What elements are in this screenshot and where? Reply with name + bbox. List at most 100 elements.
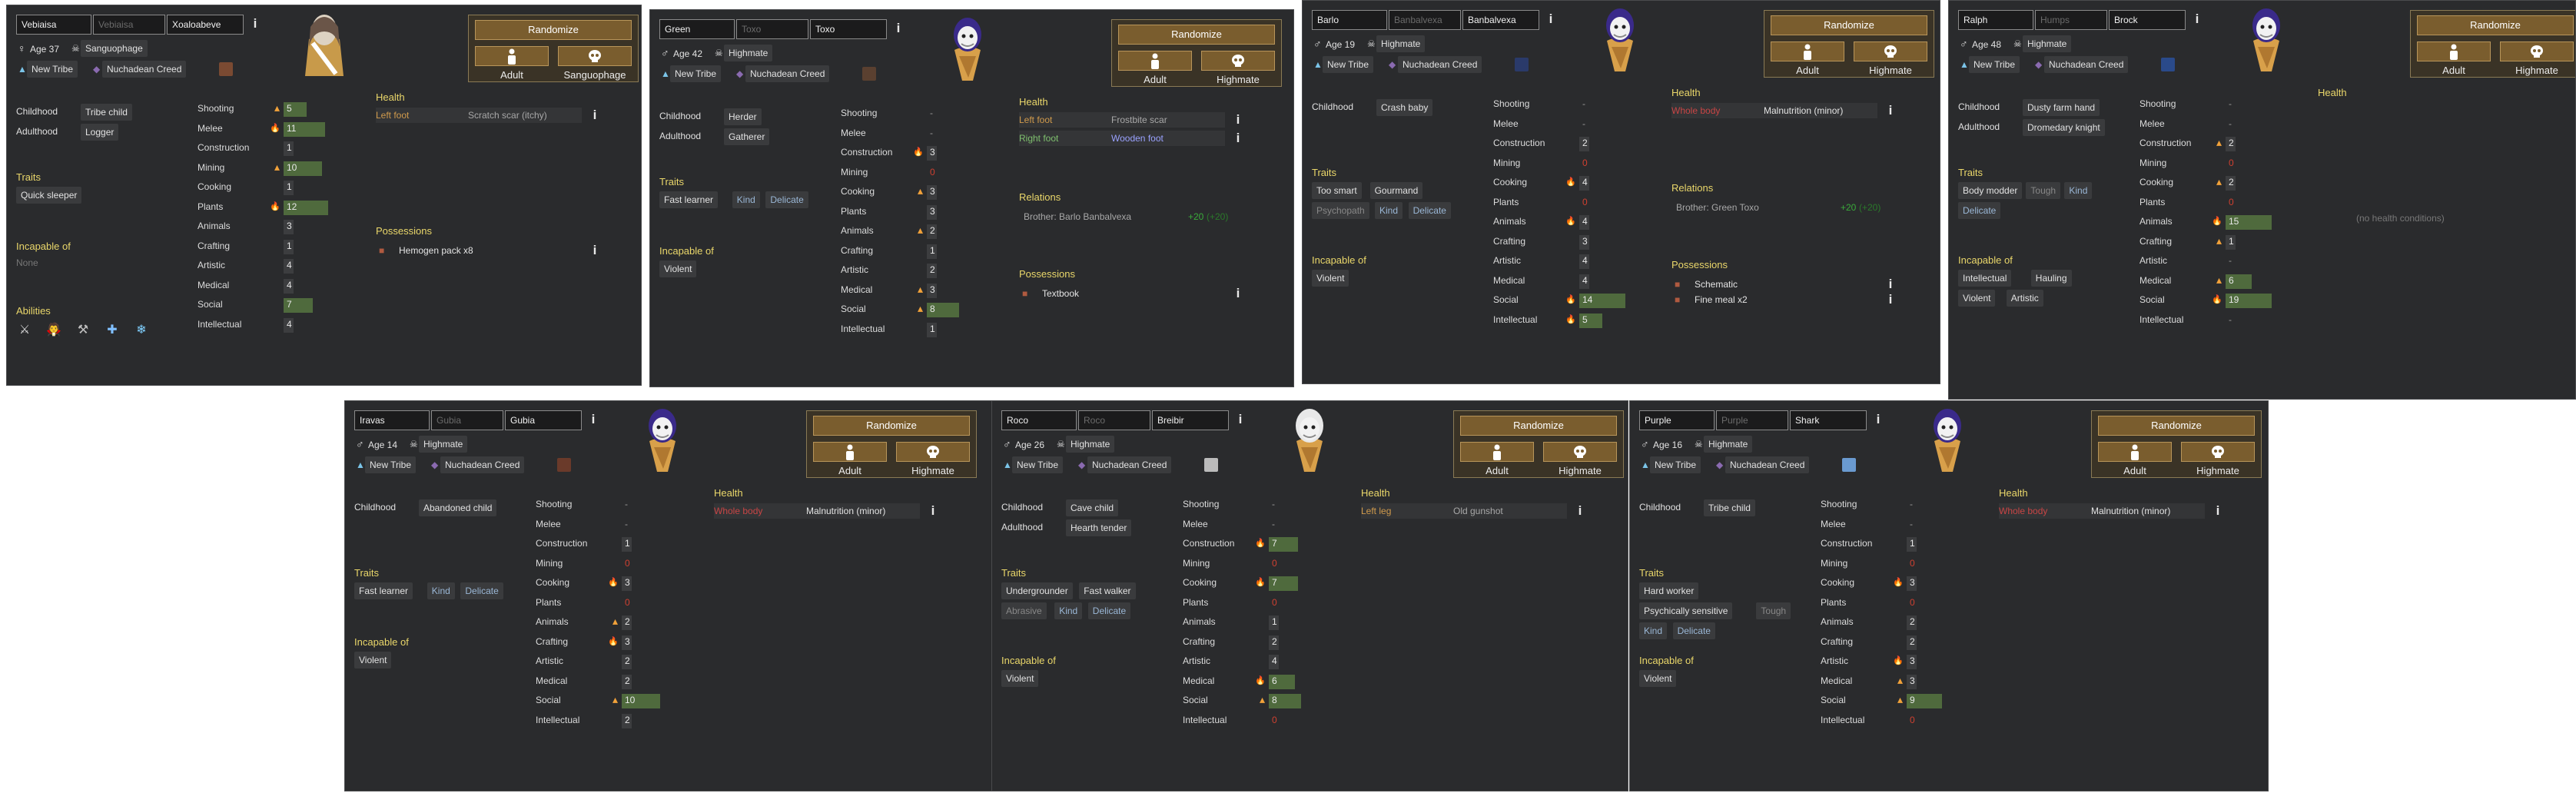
trait-chip[interactable]: Delicate [460,582,503,599]
trait-chip[interactable]: Undergrounder [1001,582,1073,599]
trait-chip[interactable]: Delicate [765,191,808,208]
trait-chip[interactable]: Hard worker [1639,582,1699,599]
first-name-input[interactable]: Roco [1001,410,1077,430]
xenotype-chip[interactable]: Highmate [1704,436,1753,453]
incapable-chip[interactable]: Violent [1958,290,1996,307]
ideoligion-chip[interactable]: Nuchadean Creed [2044,56,2129,73]
xenotype-button[interactable] [1201,51,1275,71]
randomize-button[interactable]: Randomize [475,20,632,40]
ideoligion-chip[interactable]: Nuchadean Creed [440,456,525,473]
childhood-backstory[interactable]: Tribe child [1704,499,1755,516]
trait-chip[interactable]: Fast walker [1079,582,1136,599]
incapable-chip[interactable]: Intellectual [1958,270,2012,287]
xenotype-button[interactable] [558,46,632,66]
possession-info-icon[interactable]: i [1234,287,1242,300]
favorite-color-swatch[interactable] [219,62,233,76]
last-name-input[interactable]: Gubia [505,410,582,430]
nickname-input[interactable]: Humps [2035,10,2107,30]
health-info-icon[interactable]: i [1234,131,1242,144]
trait-chip[interactable]: Too smart [1312,182,1362,199]
incapable-chip[interactable]: Hauling [2030,270,2072,287]
incapable-chip[interactable]: Violent [1312,270,1349,287]
health-info-icon[interactable]: i [1576,504,1584,517]
heal-ability-icon[interactable]: ✚ [104,322,121,339]
health-info-icon[interactable]: i [929,504,937,517]
childhood-backstory[interactable]: Cave child [1066,499,1119,516]
trait-chip[interactable]: Fast learner [659,191,719,208]
trait-chip[interactable]: Body modder [1958,182,2023,199]
trait-chip[interactable]: Kind [1054,602,1083,619]
nickname-input[interactable]: Roco [1078,410,1150,430]
xenotype-chip[interactable]: Sanguophage [81,40,148,57]
faction-chip[interactable]: New Tribe [670,65,722,82]
randomize-button[interactable]: Randomize [813,416,970,436]
first-name-input[interactable]: Vebiaisa [16,15,91,35]
faction-chip[interactable]: New Tribe [27,61,78,78]
favorite-color-swatch[interactable] [1842,458,1856,472]
xenotype-button[interactable] [896,442,970,462]
info-icon[interactable]: i [2193,12,2201,25]
possession-info-icon[interactable]: i [591,244,599,257]
ideoligion-chip[interactable]: Nuchadean Creed [102,61,187,78]
ideoligion-chip[interactable]: Nuchadean Creed [1725,456,1810,473]
trait-chip[interactable]: Tough [2026,182,2061,199]
trait-chip[interactable]: Delicate [1958,202,2001,219]
xenotype-chip[interactable]: Highmate [724,45,773,61]
incapable-chip[interactable]: Violent [354,652,392,669]
nickname-input[interactable]: Gubia [431,410,503,430]
trait-chip[interactable]: Kind [732,191,760,208]
first-name-input[interactable]: Barlo [1312,10,1387,30]
adult-age-button[interactable] [2417,41,2491,61]
nickname-input[interactable]: Toxo [736,19,808,39]
randomize-button[interactable]: Randomize [2417,15,2574,35]
childhood-backstory[interactable]: Herder [724,108,762,125]
trait-chip[interactable]: Kind [2064,182,2093,199]
trait-chip[interactable]: Kind [1639,622,1668,639]
xenotype-button[interactable] [1854,41,1927,61]
ideoligion-chip[interactable]: Nuchadean Creed [1398,56,1482,73]
xenotype-chip[interactable]: Highmate [1066,436,1115,453]
xenotype-chip[interactable]: Highmate [419,436,468,453]
possession-info-icon[interactable]: i [1887,293,1894,306]
last-name-input[interactable]: Banbalvexa [1462,10,1539,30]
nickname-input[interactable]: Banbalvexa [1389,10,1461,30]
incapable-chip[interactable]: Violent [1639,670,1677,687]
adult-age-button[interactable] [1771,41,1844,61]
bow-ability-icon[interactable]: ⚔ [16,322,33,339]
faction-chip[interactable]: New Tribe [1969,56,2020,73]
favorite-color-swatch[interactable] [1515,58,1529,71]
randomize-button[interactable]: Randomize [1771,15,1927,35]
adult-age-button[interactable] [2098,442,2172,462]
childhood-backstory[interactable]: Dusty farm hand [2023,99,2100,116]
incapable-chip[interactable]: Violent [659,260,697,277]
faction-chip[interactable]: New Tribe [1650,456,1701,473]
trait-chip[interactable]: Tough [1756,602,1791,619]
adult-age-button[interactable] [1460,442,1534,462]
info-icon[interactable]: i [1237,413,1244,426]
info-icon[interactable]: i [589,413,597,426]
xenotype-button[interactable] [2181,442,2255,462]
trait-chip[interactable]: Quick sleeper [16,187,82,204]
xenotype-button[interactable] [1543,442,1617,462]
xenotype-chip[interactable]: Highmate [1376,35,1426,52]
spear-ability-icon[interactable]: ⚒ [75,322,91,339]
health-info-icon[interactable]: i [1234,113,1242,126]
favorite-color-swatch[interactable] [862,67,876,81]
faction-chip[interactable]: New Tribe [1012,456,1064,473]
health-info-icon[interactable]: i [1887,104,1894,117]
childhood-backstory[interactable]: Abandoned child [419,499,497,516]
ideoligion-chip[interactable]: Nuchadean Creed [1087,456,1172,473]
ideoligion-chip[interactable]: Nuchadean Creed [745,65,830,82]
trait-chip[interactable]: Delicate [1087,602,1131,619]
incapable-chip[interactable]: Artistic [2006,290,2043,307]
trait-chip[interactable]: Gourmand [1369,182,1423,199]
info-icon[interactable]: i [895,22,902,35]
health-info-icon[interactable]: i [591,108,599,121]
adulthood-backstory[interactable]: Gatherer [724,128,770,145]
nickname-input[interactable]: Vebiaisa [93,15,165,35]
childhood-backstory[interactable]: Crash baby [1376,99,1433,116]
xenotype-button[interactable] [2500,41,2574,61]
favorite-color-swatch[interactable] [557,458,571,472]
randomize-button[interactable]: Randomize [2098,416,2255,436]
trait-chip[interactable]: Abrasive [1001,602,1047,619]
